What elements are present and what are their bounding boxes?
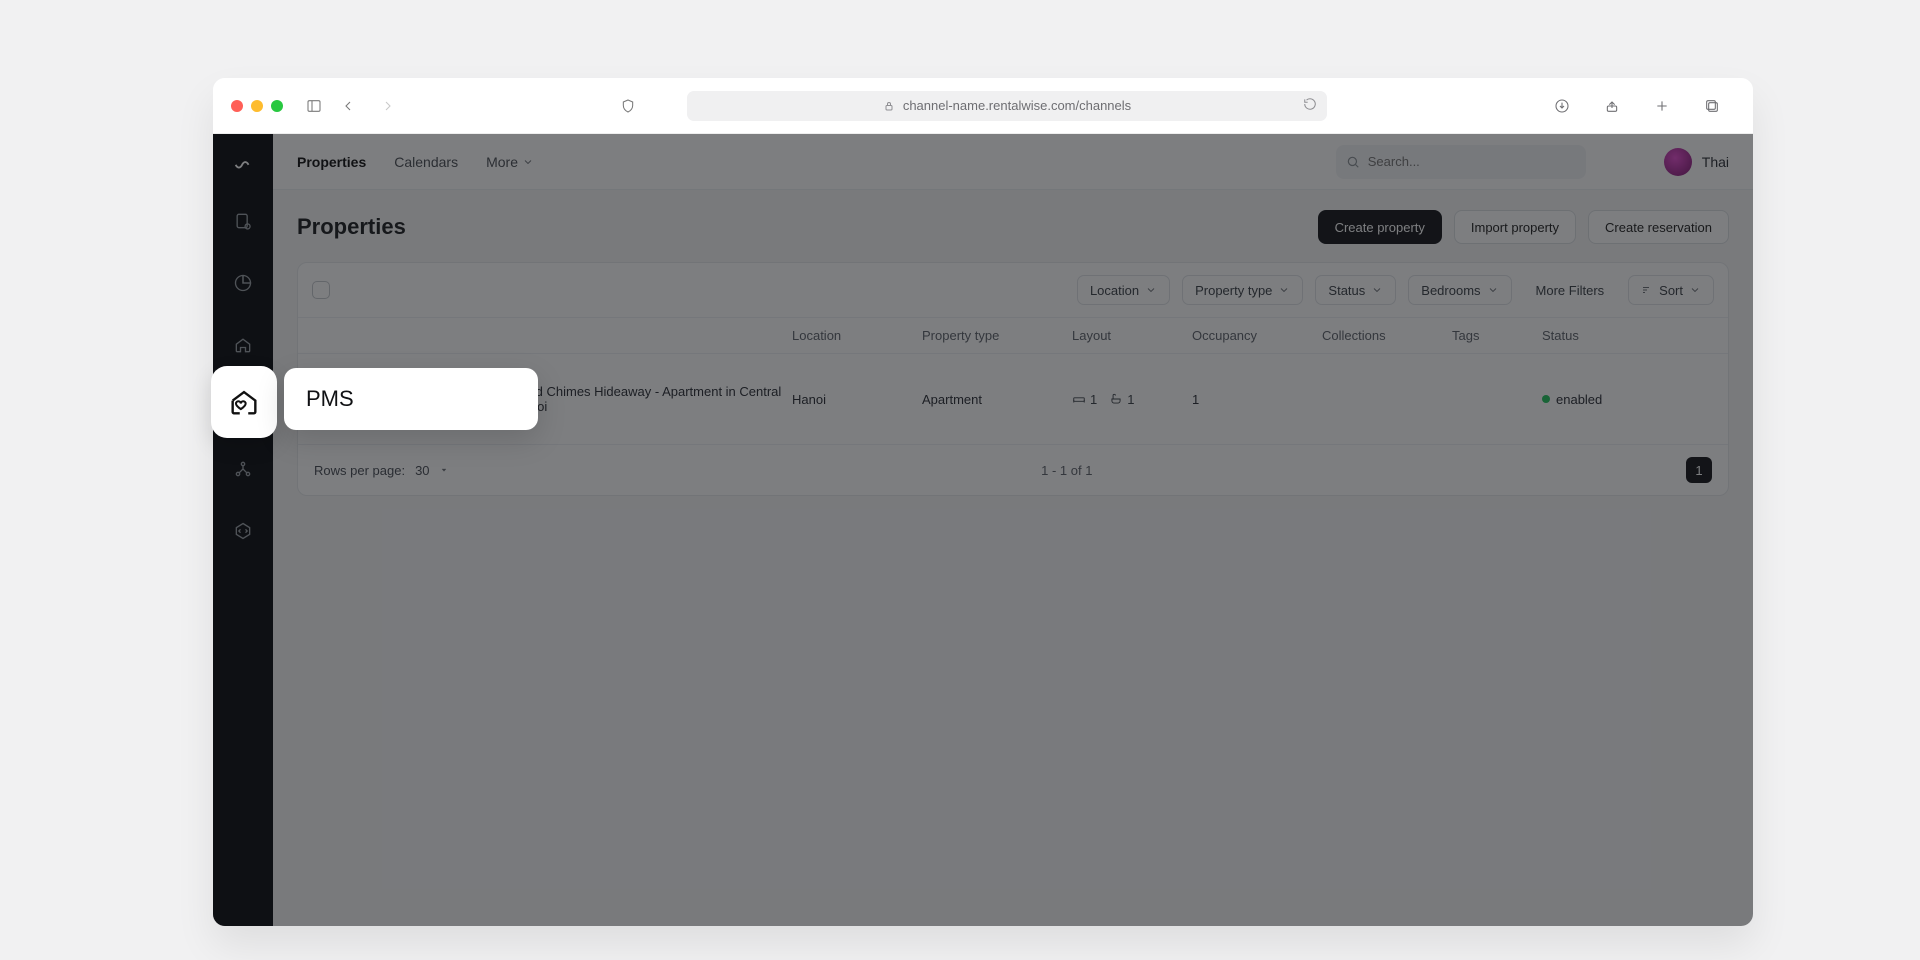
create-property-button[interactable]: Create property bbox=[1318, 210, 1442, 244]
select-all-checkbox[interactable] bbox=[312, 281, 330, 299]
filter-location[interactable]: Location bbox=[1077, 275, 1170, 305]
col-tags: Tags bbox=[1452, 328, 1542, 343]
more-filters-button[interactable]: More Filters bbox=[1524, 275, 1617, 305]
share-icon[interactable] bbox=[1601, 95, 1623, 117]
col-collections: Collections bbox=[1322, 328, 1452, 343]
lock-icon bbox=[883, 100, 895, 112]
row-status: enabled bbox=[1556, 392, 1602, 407]
url-bar[interactable]: channel-name.rentalwise.com/channels bbox=[687, 91, 1327, 121]
tabs-icon[interactable] bbox=[1701, 95, 1723, 117]
app-header: Properties Calendars More Thai bbox=[273, 134, 1753, 190]
close-window-button[interactable] bbox=[231, 100, 243, 112]
avatar bbox=[1664, 148, 1692, 176]
chevron-down-icon bbox=[1145, 284, 1157, 296]
rail-item-channels[interactable] bbox=[225, 451, 261, 487]
chevron-down-icon bbox=[1278, 284, 1290, 296]
col-property-type: Property type bbox=[922, 328, 1072, 343]
col-occupancy: Occupancy bbox=[1192, 328, 1322, 343]
row-name: Wind Chimes Hideaway - Apartment in Cent… bbox=[513, 384, 792, 414]
row-occupancy: 1 bbox=[1192, 392, 1322, 407]
download-icon[interactable] bbox=[1551, 95, 1573, 117]
home-heart-icon bbox=[227, 385, 261, 419]
rows-per-page-value[interactable]: 30 bbox=[415, 463, 429, 478]
search-icon bbox=[1346, 155, 1360, 169]
search-input-wrapper[interactable] bbox=[1336, 145, 1586, 179]
chevron-down-icon bbox=[1487, 284, 1499, 296]
sort-icon bbox=[1641, 284, 1653, 296]
bed-icon bbox=[1072, 392, 1086, 406]
table-footer: Rows per page: 30 1 - 1 of 1 1 bbox=[298, 444, 1728, 495]
import-property-button[interactable]: Import property bbox=[1454, 210, 1576, 244]
app-viewport: Properties Calendars More Thai bbox=[213, 134, 1753, 926]
rail-tooltip-label: PMS bbox=[306, 386, 354, 411]
create-reservation-button[interactable]: Create reservation bbox=[1588, 210, 1729, 244]
minimize-window-button[interactable] bbox=[251, 100, 263, 112]
row-location: Hanoi bbox=[792, 392, 922, 407]
caret-down-icon bbox=[440, 466, 448, 474]
status-dot-icon bbox=[1542, 395, 1550, 403]
rail-item-pms[interactable] bbox=[225, 327, 261, 363]
rail-item-analytics[interactable] bbox=[225, 265, 261, 301]
rows-per-page-label: Rows per page: bbox=[314, 463, 405, 478]
window-controls bbox=[231, 100, 283, 112]
search-input[interactable] bbox=[1368, 154, 1576, 169]
table-header: Location Property type Layout Occupancy … bbox=[298, 317, 1728, 353]
sort-button[interactable]: Sort bbox=[1628, 275, 1714, 305]
new-tab-icon[interactable] bbox=[1651, 95, 1673, 117]
fullscreen-window-button[interactable] bbox=[271, 100, 283, 112]
bath-icon bbox=[1109, 392, 1123, 406]
col-location: Location bbox=[792, 328, 922, 343]
filter-bedrooms[interactable]: Bedrooms bbox=[1408, 275, 1511, 305]
user-menu[interactable]: Thai bbox=[1664, 148, 1729, 176]
rail-item-bookings[interactable] bbox=[225, 203, 261, 239]
sidebar-toggle-icon[interactable] bbox=[303, 95, 325, 117]
chevron-down-icon bbox=[1371, 284, 1383, 296]
filter-property-type[interactable]: Property type bbox=[1182, 275, 1303, 305]
forward-button bbox=[377, 95, 399, 117]
col-status: Status bbox=[1542, 328, 1632, 343]
col-layout: Layout bbox=[1072, 328, 1192, 343]
browser-window: channel-name.rentalwise.com/channels bbox=[213, 78, 1753, 926]
url-text: channel-name.rentalwise.com/channels bbox=[903, 98, 1131, 113]
left-rail bbox=[213, 134, 273, 926]
rail-item-api[interactable] bbox=[225, 513, 261, 549]
shield-icon[interactable] bbox=[617, 95, 639, 117]
page-title: Properties bbox=[297, 214, 406, 240]
row-type: Apartment bbox=[922, 392, 1072, 407]
nav-tab-more[interactable]: More bbox=[486, 154, 534, 170]
rail-tooltip: PMS bbox=[284, 368, 538, 430]
filter-status[interactable]: Status bbox=[1315, 275, 1396, 305]
reload-icon[interactable] bbox=[1303, 97, 1317, 114]
nav-tab-calendars[interactable]: Calendars bbox=[394, 154, 458, 170]
chevron-down-icon bbox=[1689, 284, 1701, 296]
browser-titlebar: channel-name.rentalwise.com/channels bbox=[213, 78, 1753, 134]
user-name: Thai bbox=[1702, 154, 1729, 170]
back-button[interactable] bbox=[337, 95, 359, 117]
app-logo-icon[interactable] bbox=[232, 152, 254, 177]
chevron-down-icon bbox=[522, 156, 534, 168]
page-button-1[interactable]: 1 bbox=[1686, 457, 1712, 483]
rail-item-pms-highlighted[interactable] bbox=[211, 366, 277, 438]
pagination-range: 1 - 1 of 1 bbox=[448, 463, 1686, 478]
nav-tab-properties[interactable]: Properties bbox=[297, 154, 366, 170]
